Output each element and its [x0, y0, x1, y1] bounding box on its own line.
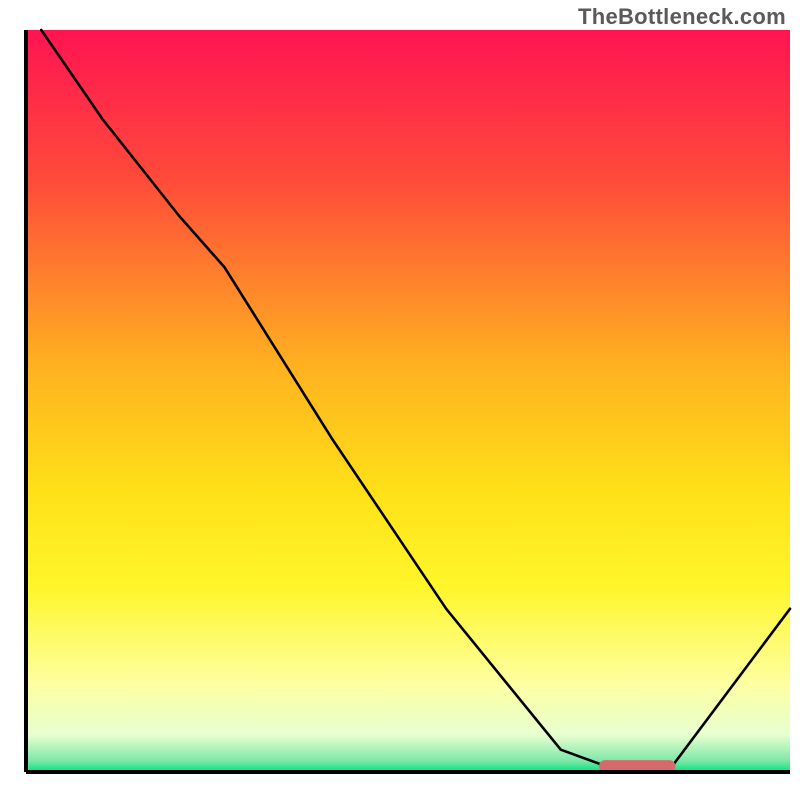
chart-container: { "watermark": "TheBottleneck.com", "cha… [0, 0, 800, 800]
bottleneck-chart [0, 0, 800, 800]
watermark-text: TheBottleneck.com [578, 4, 786, 30]
gradient-background [26, 30, 790, 772]
plot-area [26, 30, 790, 772]
